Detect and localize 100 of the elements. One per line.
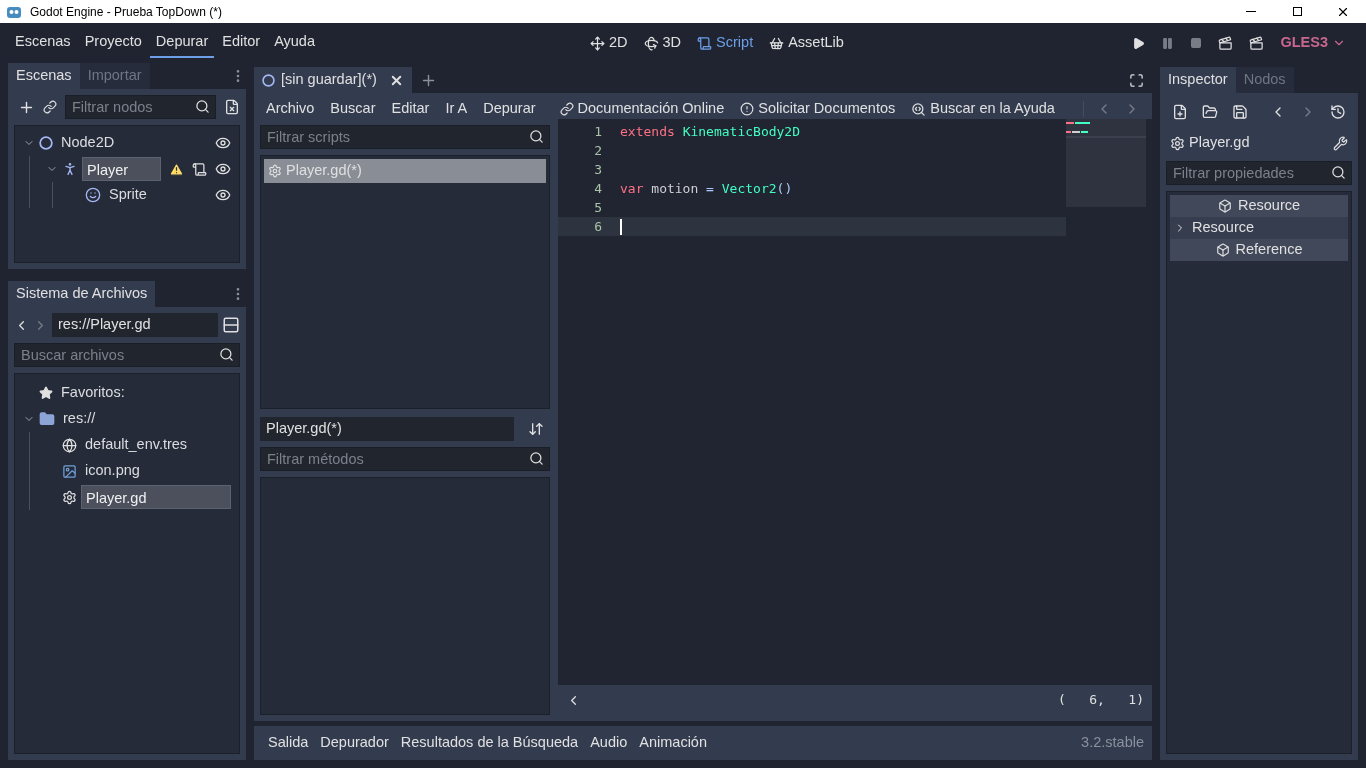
sort-icon[interactable] (528, 421, 544, 437)
bottom-tab[interactable]: Salida (262, 732, 315, 754)
history-icon[interactable] (1330, 104, 1346, 120)
open-folder-icon[interactable] (1202, 104, 1218, 120)
circle-icon (39, 136, 53, 150)
save-icon[interactable] (1232, 104, 1248, 120)
section-header[interactable]: Resource (1170, 217, 1348, 239)
renderer-dropdown[interactable]: GLES3 (1280, 32, 1346, 54)
text-cursor (620, 218, 622, 235)
search-icon (1331, 165, 1346, 180)
bottom-tab[interactable]: Resultados de la Búsqueda (394, 732, 585, 754)
tools-icon[interactable] (1333, 135, 1348, 151)
axes-icon (643, 35, 659, 51)
tree-item[interactable]: Node2D (57, 132, 207, 154)
menu-item[interactable]: Editor (216, 28, 267, 58)
fullscreen-icon[interactable] (1129, 72, 1144, 88)
clapperboard-icon[interactable] (1218, 35, 1234, 51)
workspace-button[interactable]: 2D (590, 32, 628, 54)
tree-item[interactable]: icon.png (81, 460, 231, 482)
line-number: 1 (593, 122, 602, 141)
window-title: Godot Engine - Prueba TopDown (*) (30, 3, 222, 21)
basket-icon (769, 35, 785, 51)
workspace-button[interactable]: AssetLib (769, 32, 844, 54)
script-icon[interactable] (192, 161, 207, 177)
warning-icon[interactable] (169, 161, 184, 177)
gear-icon (62, 489, 77, 505)
tree-item[interactable]: Player (82, 157, 161, 181)
dock-tab[interactable]: Escenas (8, 63, 80, 89)
stop-icon[interactable] (1190, 37, 1203, 49)
visibility-icon[interactable] (215, 187, 231, 203)
image-icon (62, 463, 77, 479)
menu-item[interactable]: Escenas (9, 28, 77, 58)
filter-field[interactable]: Filtrar scripts (260, 125, 550, 149)
code-text: extends KinematicBody2D (620, 122, 801, 141)
figure-icon (62, 161, 78, 177)
tree-item[interactable]: res:// (59, 408, 231, 430)
bottom-tab[interactable]: Animación (633, 732, 713, 754)
search-field[interactable]: Buscar archivos (14, 343, 240, 367)
dock-tab[interactable]: Inspector (1160, 67, 1236, 93)
pause-icon[interactable] (1161, 36, 1175, 50)
play-icon[interactable] (1132, 36, 1146, 50)
editor-menu-item[interactable]: Buscar (322, 98, 384, 120)
star-icon (39, 386, 53, 400)
version-label: 3.2.stable (1081, 733, 1144, 753)
script-icon (697, 35, 713, 51)
line-number: 4 (593, 179, 602, 198)
doc-search-icon (911, 101, 927, 117)
search-icon (195, 99, 210, 114)
axes-icon (590, 35, 605, 51)
visibility-icon[interactable] (215, 135, 231, 151)
help-button[interactable]: Buscar en la Ayuda (911, 98, 1055, 120)
split-view-icon[interactable] (222, 316, 240, 334)
alert-icon (740, 102, 755, 116)
remove-script-icon[interactable] (224, 99, 240, 115)
script-name-field[interactable]: Player.gd(*) (260, 417, 514, 441)
scene-tab[interactable]: [sin guardar](*) (254, 67, 412, 93)
search-icon (219, 347, 234, 362)
section-label: Resource (1192, 218, 1255, 238)
code-text: var motion = Vector2() (620, 179, 793, 198)
menu-item[interactable]: Depurar (149, 28, 215, 58)
dock-tab[interactable]: Sistema de Archivos (8, 281, 156, 307)
editor-menu-item[interactable]: Archivo (258, 98, 323, 120)
link-icon[interactable] (43, 100, 57, 114)
path-field[interactable]: res://Player.gd (52, 313, 218, 337)
new-file-icon[interactable] (1172, 104, 1188, 120)
cursor-position: ( 6, 1) (1057, 691, 1144, 710)
workspace-button[interactable]: Script (697, 32, 754, 54)
gear-icon (1170, 135, 1185, 151)
link-icon (559, 102, 574, 116)
category-label: Resource (1237, 196, 1301, 216)
category-label: Reference (1235, 240, 1303, 260)
help-button[interactable]: Documentación Online (559, 98, 725, 120)
tree-item[interactable]: Sprite (105, 184, 207, 206)
globe-icon (62, 437, 77, 453)
menu-item[interactable]: Proyecto (78, 28, 148, 58)
visibility-icon[interactable] (215, 161, 231, 177)
clapperboard-icon[interactable] (1249, 35, 1265, 51)
cube-icon (1217, 199, 1232, 213)
bottom-tab[interactable]: Audio (584, 732, 634, 754)
circle-icon (262, 73, 275, 87)
bottom-tab[interactable]: Depurador (314, 732, 395, 754)
editor-menu-item[interactable]: Depurar (475, 98, 544, 120)
workspace-button[interactable]: 3D (643, 32, 682, 54)
search-icon (529, 129, 544, 144)
line-number: 3 (593, 160, 602, 179)
menu-item[interactable]: Ayuda (268, 28, 321, 58)
help-button[interactable]: Solicitar Documentos (740, 98, 896, 120)
line-number: 2 (593, 141, 602, 160)
gear-icon (268, 164, 282, 178)
search-icon (529, 451, 544, 466)
tree-item[interactable]: Favoritos: (57, 382, 231, 404)
filter-field[interactable]: Filtrar métodos (260, 447, 550, 471)
filter-field[interactable]: Filtrar nodos (65, 95, 216, 119)
editor-menu-item[interactable]: Ir A (437, 98, 476, 120)
object-name: Player.gd (1189, 133, 1250, 153)
cube-icon (1215, 243, 1230, 257)
filter-field[interactable]: Filtrar propiedades (1166, 161, 1352, 185)
editor-menu-item[interactable]: Editar (383, 98, 438, 120)
tree-item[interactable]: Player.gd (81, 485, 231, 509)
tree-item[interactable]: default_env.tres (81, 434, 231, 456)
